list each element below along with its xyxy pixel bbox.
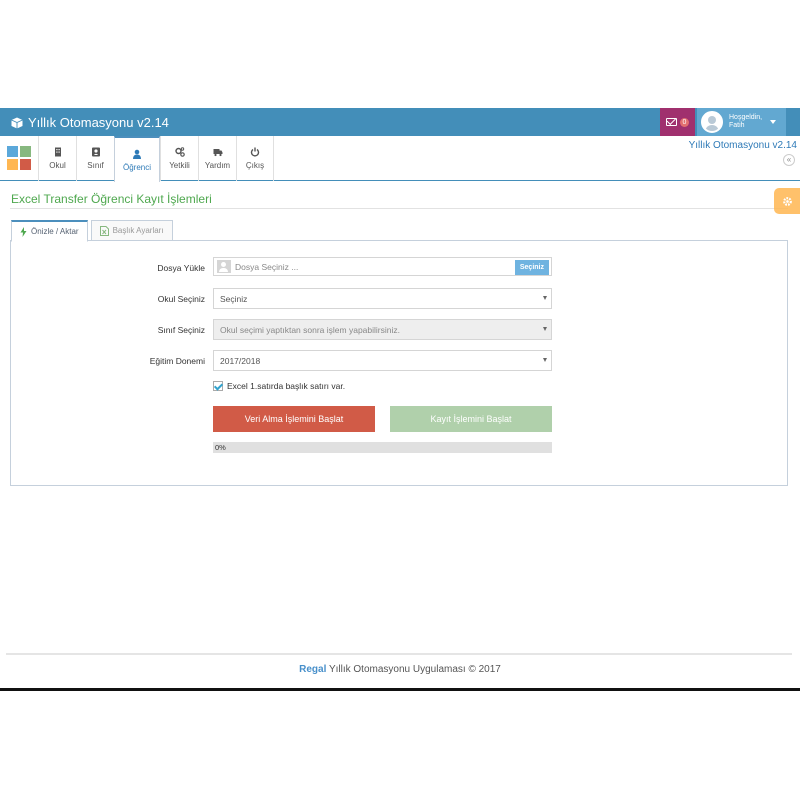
gears-icon — [174, 147, 185, 157]
user-file-icon — [217, 260, 231, 273]
tab-preview-export[interactable]: Önizle / Aktar — [11, 220, 88, 242]
start-record-button[interactable]: Kayıt İşlemini Başlat — [390, 406, 552, 432]
settings-button[interactable] — [774, 188, 800, 214]
gear-icon — [782, 196, 792, 206]
envelope-icon — [666, 118, 677, 126]
header-row-checkbox[interactable] — [213, 381, 223, 391]
messages-button[interactable]: 0 — [660, 108, 695, 136]
class-select[interactable]: Okul seçimi yaptıktan sonra işlem yapabi… — [213, 319, 552, 340]
bolt-icon — [20, 226, 27, 237]
footer-divider — [6, 653, 792, 655]
top-navbar: Yıllık Otomasyonu v2.14 0 Hoşgeldin, Fat… — [0, 108, 800, 136]
progress-text: 0% — [215, 443, 226, 452]
nav-label-yetkili: Yetkili — [169, 161, 190, 170]
contacts-book-icon — [91, 147, 100, 157]
dropdown-arrow-icon — [543, 327, 547, 331]
page: Yıllık Otomasyonu v2.14 0 Hoşgeldin, Fat… — [0, 0, 800, 800]
nav-label-okul: Okul — [49, 161, 66, 170]
file-upload-input[interactable]: Dosya Seçiniz ... Seçiniz — [213, 257, 552, 276]
user-name: Fatih — [729, 122, 745, 129]
header-row-checkbox-label: Excel 1.satırda başlık satırı var. — [227, 381, 346, 391]
nav-label-sinif: Sınıf — [87, 161, 104, 170]
file-placeholder: Dosya Seçiniz ... — [235, 261, 299, 272]
cube-icon — [11, 117, 23, 128]
power-icon — [250, 147, 260, 157]
school-select-label: Okul Seçiniz — [157, 294, 205, 304]
dropdown-arrow-icon — [543, 358, 547, 362]
progress-bar: 0% — [213, 442, 552, 453]
message-count-badge: 0 — [680, 117, 689, 127]
tab-header-settings[interactable]: Başlık Ayarları — [90, 220, 173, 241]
nav-label-cikis: Çıkış — [245, 161, 265, 170]
file-upload-label: Dosya Yükle — [157, 263, 205, 273]
footer: Regal Yıllık Otomasyonu Uygulaması © 201… — [0, 664, 800, 675]
user-greeting-block: Hoşgeldin, Fatih — [729, 114, 762, 130]
class-select-value: Okul seçimi yaptıktan sonra işlem yapabi… — [220, 324, 400, 335]
dropdown-arrow-icon — [543, 296, 547, 300]
term-select-label: Eğitim Donemi — [149, 356, 205, 366]
nav-item-yardim[interactable]: Yardım — [198, 136, 236, 181]
tab-label: Önizle / Aktar — [31, 227, 79, 236]
choose-file-button[interactable]: Seçiniz — [514, 260, 549, 275]
nav-item-sinif[interactable]: Sınıf — [76, 136, 114, 181]
nav-item-cikis[interactable]: Çıkış — [236, 136, 274, 181]
class-select-label: Sınıf Seçiniz — [157, 325, 205, 335]
term-select[interactable]: 2017/2018 — [213, 350, 552, 371]
footer-text: Yıllık Otomasyonu Uygulaması © 2017 — [326, 664, 501, 675]
sidebar-collapse-icon[interactable]: « — [783, 154, 795, 166]
nav-item-yetkili[interactable]: Yetkili — [160, 136, 198, 181]
nav-label-yardim: Yardım — [204, 161, 231, 170]
page-title: Excel Transfer Öğrenci Kayıt İşlemleri — [11, 192, 212, 206]
app-title: Yıllık Otomasyonu v2.14 — [28, 115, 169, 130]
excel-file-icon — [99, 225, 109, 236]
shortcut-nav: Okul Sınıf Öğrenci Yetkili Yardım Çıkış — [0, 136, 800, 182]
app-right-title: Yıllık Otomasyonu v2.14 — [688, 140, 797, 151]
nav-label-ogrenci: Öğrenci — [122, 162, 151, 172]
term-select-value: 2017/2018 — [220, 355, 261, 366]
footer-brand: Regal — [299, 664, 327, 675]
chevron-down-icon — [770, 120, 777, 124]
header-row-option: Excel 1.satırda başlık satırı var. — [213, 381, 345, 391]
nav-item-okul[interactable]: Okul — [38, 136, 76, 181]
nav-item-ogrenci[interactable]: Öğrenci — [114, 136, 160, 182]
user-icon — [133, 149, 141, 159]
truck-icon — [213, 149, 222, 157]
divider — [10, 208, 788, 209]
school-select[interactable]: Seçiniz — [213, 288, 552, 309]
tabs: Önizle / Aktar Başlık Ayarları — [11, 220, 176, 242]
school-select-value: Seçiniz — [220, 293, 248, 304]
logo — [7, 146, 31, 170]
user-greeting: Hoşgeldin, — [729, 114, 763, 121]
user-menu[interactable]: Hoşgeldin, Fatih — [697, 108, 786, 136]
start-fetch-button[interactable]: Veri Alma İşlemini Başlat — [213, 406, 375, 432]
brand[interactable]: Yıllık Otomasyonu v2.14 — [11, 115, 169, 130]
tab-label: Başlık Ayarları — [112, 226, 164, 235]
bottom-divider — [0, 688, 800, 691]
avatar — [701, 111, 723, 133]
building-icon — [54, 147, 61, 157]
nav-items: Okul Sınıf Öğrenci Yetkili Yardım Çıkış — [38, 136, 274, 182]
